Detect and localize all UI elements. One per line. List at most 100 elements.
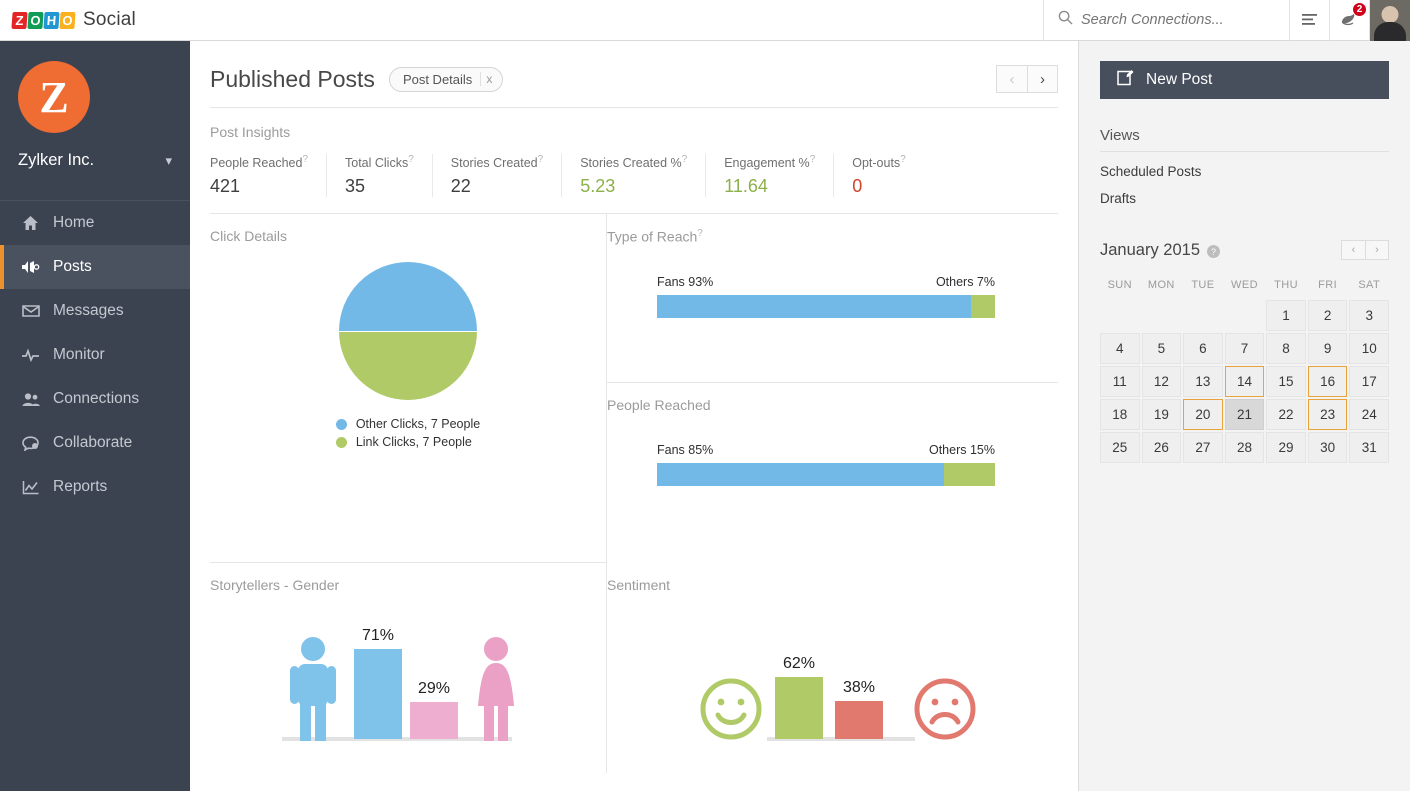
click-details-title: Click Details xyxy=(210,228,288,245)
calendar-day-21[interactable]: 21 xyxy=(1224,399,1265,430)
calendar-day-8[interactable]: 8 xyxy=(1266,333,1306,364)
calendar-day-25[interactable]: 25 xyxy=(1100,432,1140,463)
sidebar-item-messages[interactable]: Messages xyxy=(0,289,190,333)
calendar-day-20[interactable]: 20 xyxy=(1183,399,1223,430)
help-icon[interactable]: ? xyxy=(810,154,816,165)
logo-letter-o1: O xyxy=(27,11,44,29)
calendar-next-button[interactable]: › xyxy=(1365,240,1389,260)
legend-swatch-blue xyxy=(335,418,347,430)
calendar-day-24[interactable]: 24 xyxy=(1349,399,1389,430)
calendar-day-9[interactable]: 9 xyxy=(1307,333,1348,364)
sidebar-item-label: Monitor xyxy=(53,346,105,363)
post-details-chip[interactable]: Post Details x xyxy=(388,66,504,92)
insight-label: Opt-outs xyxy=(852,156,901,171)
help-icon[interactable]: ? xyxy=(1207,245,1220,258)
bar-segment-fans xyxy=(657,463,945,487)
org-name: Zylker Inc. xyxy=(18,151,95,169)
calendar-day-18[interactable]: 18 xyxy=(1100,399,1140,430)
top-bar: Z O H O Social Search Connections... 2 xyxy=(0,0,1410,41)
bar-label-others: Others 15% xyxy=(928,443,995,458)
bar-value-positive: 62% xyxy=(782,655,816,673)
calendar-day-26[interactable]: 26 xyxy=(1141,432,1182,463)
help-icon[interactable]: ? xyxy=(408,154,414,165)
pulse-icon xyxy=(21,348,40,362)
calendar-day-5[interactable]: 5 xyxy=(1141,333,1182,364)
sidebar-item-home[interactable]: Home xyxy=(0,201,190,245)
calendar-day-15[interactable]: 15 xyxy=(1266,366,1306,397)
calendar-day-19[interactable]: 19 xyxy=(1141,399,1182,430)
notifications-button[interactable]: 2 xyxy=(1329,0,1369,41)
calendar-day-6[interactable]: 6 xyxy=(1183,333,1223,364)
calendar-prev-button[interactable]: ‹ xyxy=(1341,240,1365,260)
org-switcher[interactable]: Zylker Inc. ▾ xyxy=(0,151,190,170)
panel-title-text: Type of Reach xyxy=(607,228,698,245)
dow-fri: FRI xyxy=(1318,279,1338,291)
calendar-day-27[interactable]: 27 xyxy=(1183,432,1223,463)
calendar-day-12[interactable]: 12 xyxy=(1141,366,1182,397)
dow-sat: SAT xyxy=(1358,279,1381,291)
view-item-scheduled-posts[interactable]: Scheduled Posts xyxy=(1079,152,1410,179)
calendar-day-1[interactable]: 1 xyxy=(1266,300,1306,331)
dow-sun: SUN xyxy=(1107,279,1132,291)
insight-stories-created: Stories Created? 22 xyxy=(451,154,563,198)
sidebar-item-connections[interactable]: Connections xyxy=(0,377,190,421)
search-box[interactable] xyxy=(1043,0,1289,41)
calendar-day-14[interactable]: 14 xyxy=(1224,366,1265,397)
calendar-day-29[interactable]: 29 xyxy=(1266,432,1306,463)
help-icon[interactable]: ? xyxy=(900,154,906,165)
calendar-day-30[interactable]: 30 xyxy=(1307,432,1348,463)
calendar-day-7[interactable]: 7 xyxy=(1224,333,1265,364)
insight-people-reached: People Reached? 421 xyxy=(210,154,327,198)
calendar-day-28[interactable]: 28 xyxy=(1224,432,1265,463)
help-icon[interactable]: ? xyxy=(302,154,308,165)
sidebar-item-collaborate[interactable]: Collaborate xyxy=(0,421,190,465)
calendar-header: January 2015 ? ‹ › xyxy=(1079,206,1410,260)
activity-list-button[interactable] xyxy=(1289,0,1329,41)
sidebar-item-label: Collaborate xyxy=(53,434,133,451)
calendar-day-17[interactable]: 17 xyxy=(1349,366,1389,397)
calendar-title: January 2015 xyxy=(1100,240,1200,259)
calendar-day-2[interactable]: 2 xyxy=(1307,300,1348,331)
right-panel: New Post Views Scheduled Posts Drafts Ja… xyxy=(1079,41,1410,791)
calendar-day-23[interactable]: 23 xyxy=(1307,399,1348,430)
sidebar-item-reports[interactable]: Reports xyxy=(0,465,190,509)
search-input[interactable] xyxy=(1081,12,1271,28)
dow-mon: MON xyxy=(1147,279,1175,291)
calendar-day-13[interactable]: 13 xyxy=(1183,366,1223,397)
calendar-day-3[interactable]: 3 xyxy=(1349,300,1389,331)
chart-icon xyxy=(21,480,40,495)
help-icon[interactable]: ? xyxy=(538,154,544,165)
view-item-drafts[interactable]: Drafts xyxy=(1079,179,1410,206)
new-post-button[interactable]: New Post xyxy=(1100,61,1389,99)
sentiment-title: Sentiment xyxy=(607,577,671,594)
help-icon[interactable]: ? xyxy=(697,228,703,239)
bar-label-others: Others 7% xyxy=(935,274,995,289)
stacked-bar xyxy=(657,294,995,318)
help-icon[interactable]: ? xyxy=(682,154,688,165)
bar-positive: 62% xyxy=(775,655,823,740)
calendar-day-22[interactable]: 22 xyxy=(1266,399,1306,430)
sidebar-item-monitor[interactable]: Monitor xyxy=(0,333,190,377)
sentiment-chart: 62% 38% xyxy=(607,601,1058,781)
pager: ‹ › xyxy=(996,65,1058,93)
bar-value-female: 29% xyxy=(417,680,451,698)
calendar-day-11[interactable]: 11 xyxy=(1100,366,1140,397)
calendar-day-16[interactable]: 16 xyxy=(1307,366,1348,397)
sidebar-item-posts[interactable]: Posts xyxy=(0,245,190,289)
calendar-day-10[interactable]: 10 xyxy=(1349,333,1389,364)
calendar-day-4[interactable]: 4 xyxy=(1100,333,1140,364)
sidebar-item-label: Messages xyxy=(53,302,124,319)
calendar-day-31[interactable]: 31 xyxy=(1349,432,1389,463)
close-icon[interactable]: x xyxy=(480,72,492,86)
type-of-reach-title: Type of Reach? xyxy=(607,214,1058,245)
insight-label: People Reached xyxy=(210,156,303,171)
logo-letter-z: Z xyxy=(11,11,28,29)
prev-button[interactable]: ‹ xyxy=(996,65,1027,93)
next-button[interactable]: › xyxy=(1027,65,1058,93)
brand[interactable]: Z O H O Social xyxy=(0,9,136,31)
bar-labels: Fans 93% Others 7% xyxy=(657,275,995,289)
insight-total-clicks: Total Clicks? 35 xyxy=(345,154,433,198)
avatar[interactable] xyxy=(1369,0,1410,41)
type-of-reach-chart: Fans 93% Others 7% xyxy=(607,245,1058,318)
notification-badge: 2 xyxy=(1352,1,1367,17)
